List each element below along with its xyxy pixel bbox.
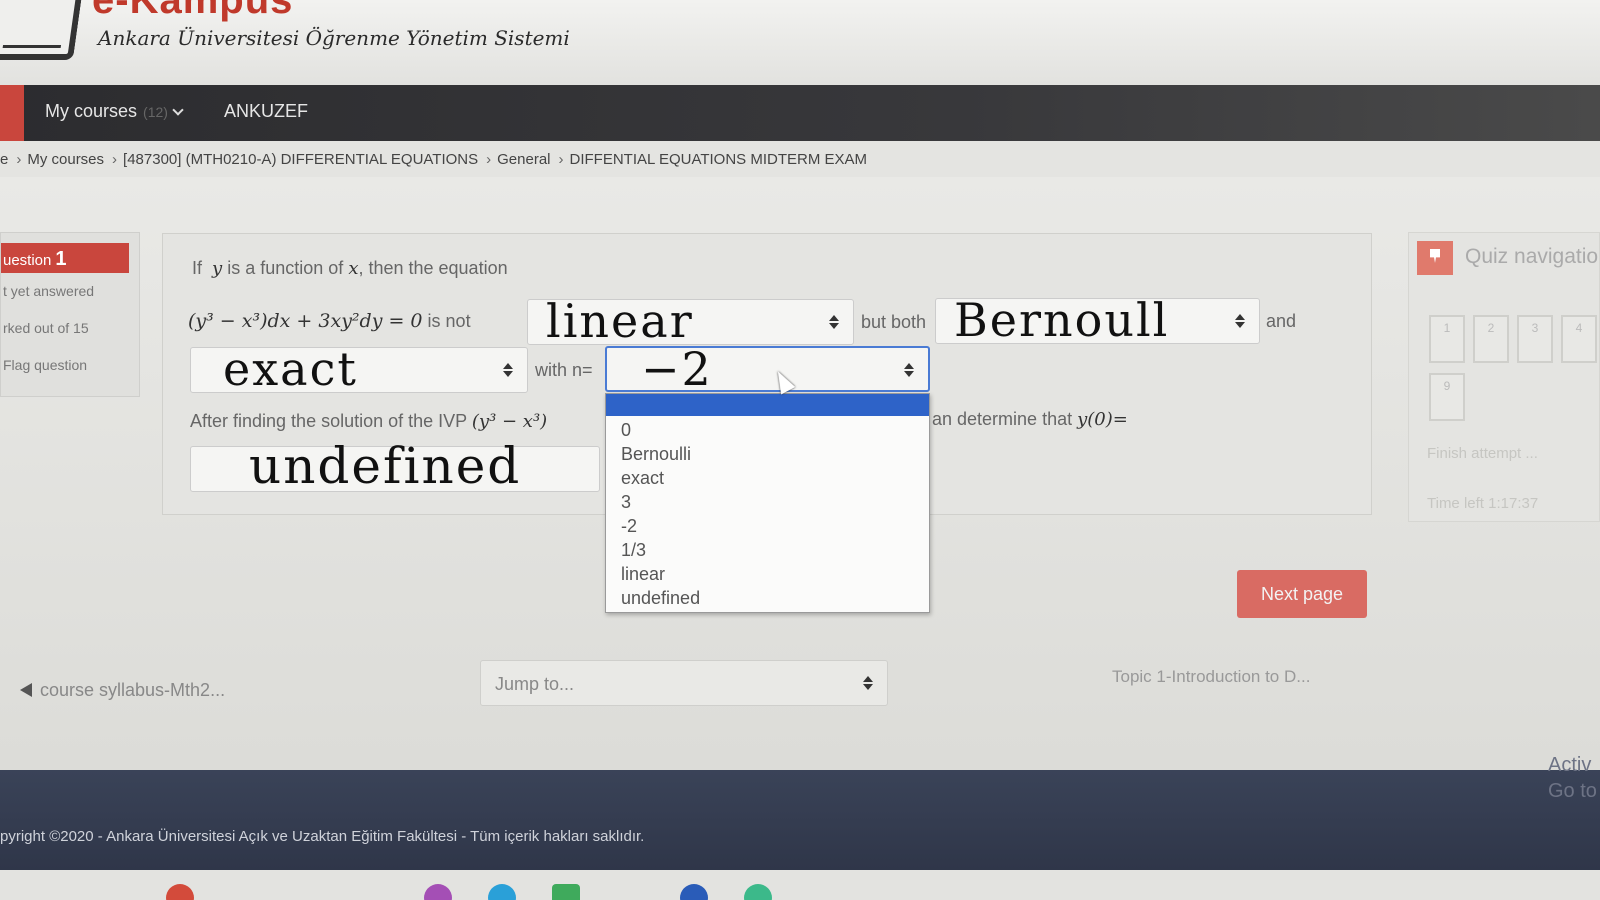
breadcrumb-home[interactable]: e xyxy=(0,151,8,168)
bookmark-icon xyxy=(1417,241,1453,275)
taskbar-app-icon[interactable] xyxy=(744,884,772,900)
taskbar-app-icon[interactable] xyxy=(552,884,580,900)
breadcrumb-separator-icon: › xyxy=(558,151,564,168)
differential-equation: (y³ − x³)dx + 3xy²dy = 0 xyxy=(188,310,423,332)
breadcrumb-separator-icon: › xyxy=(16,151,22,168)
nav-my-courses-count: (12) xyxy=(143,104,168,120)
question-status: t yet answered xyxy=(3,283,95,299)
dropdown-option[interactable]: exact xyxy=(621,468,664,489)
taskbar-app-icon[interactable] xyxy=(488,884,516,900)
chevron-down-icon xyxy=(172,104,184,116)
nav-my-courses[interactable]: My courses (12) xyxy=(45,101,184,122)
answer-select-4[interactable]: −2 xyxy=(605,342,930,396)
question-line-1: If y is a function of x, then the equati… xyxy=(192,258,508,279)
select-4-value: −2 xyxy=(641,342,713,396)
dropdown-option[interactable]: undefined xyxy=(621,588,700,609)
quiz-nav-question-3[interactable]: 3 xyxy=(1517,315,1553,363)
breadcrumb: e › My courses › [487300] (MTH0210-A) DIFFER… xyxy=(0,141,1600,177)
answer-select-1[interactable]: linear xyxy=(527,294,854,348)
select-arrows-icon xyxy=(503,361,513,381)
n-value-dropdown-list[interactable]: 0 Bernoulli exact 3 -2 1/3 linear undefi… xyxy=(605,393,930,613)
time-left: Time left 1:17:37 xyxy=(1427,495,1539,512)
is-not-text: is not xyxy=(427,311,471,331)
select-arrows-icon xyxy=(863,674,873,694)
site-footer: pyright ©2020 - Ankara Üniversitesi Açık… xyxy=(0,770,1600,870)
jump-to-select[interactable]: Jump to... xyxy=(480,660,888,706)
previous-activity-link[interactable]: course syllabus-Mth2... xyxy=(20,680,225,701)
dropdown-option[interactable]: 3 xyxy=(621,492,631,513)
select-2-value: Bernoull xyxy=(954,293,1170,347)
answer-select-2[interactable]: Bernoull xyxy=(935,293,1260,347)
ivp-line-suffix: an determine that y(0)= xyxy=(932,409,1128,430)
question-equation-line: (y³ − x³)dx + 3xy²dy = 0 is not xyxy=(188,310,471,332)
select-1-value: linear xyxy=(546,294,694,348)
dropdown-option[interactable]: Bernoulli xyxy=(621,444,691,465)
breadcrumb-exam[interactable]: DIFFENTIAL EQUATIONS MIDTERM EXAM xyxy=(570,151,868,168)
quiz-nav-question-4[interactable]: 4 xyxy=(1561,315,1597,363)
answer-select-3[interactable]: exact xyxy=(190,342,528,396)
taskbar-app-icon[interactable] xyxy=(166,884,194,900)
quiz-nav-question-2[interactable]: 2 xyxy=(1473,315,1509,363)
dropdown-option[interactable]: 1/3 xyxy=(621,540,646,561)
select-arrows-icon xyxy=(1235,312,1245,332)
next-activity-link[interactable]: Topic 1-Introduction to D... xyxy=(1112,667,1310,687)
dropdown-option[interactable]: 0 xyxy=(621,420,631,441)
breadcrumb-separator-icon: › xyxy=(112,151,118,168)
select-3-value: exact xyxy=(223,342,358,396)
quiz-navigation-title: Quiz navigatio xyxy=(1465,245,1599,268)
question-number-badge: uestion 1 xyxy=(1,243,129,273)
answer-select-5[interactable]: undefined xyxy=(190,437,600,495)
breadcrumb-separator-icon: › xyxy=(486,151,492,168)
footer-copyright: pyright ©2020 - Ankara Üniversitesi Açık… xyxy=(0,828,645,845)
jump-to-label: Jump to... xyxy=(495,674,575,694)
next-page-button[interactable]: Next page xyxy=(1237,570,1367,618)
taskbar-app-icon[interactable] xyxy=(424,884,452,900)
breadcrumb-general[interactable]: General xyxy=(497,151,550,168)
logo-title[interactable]: e-Kampus xyxy=(92,0,293,23)
nav-my-courses-label: My courses xyxy=(45,101,138,121)
question-info-panel: uestion 1 t yet answered rked out of 15 F… xyxy=(0,232,140,397)
site-header: e-Kampus Ankara Üniversitesi Öğrenme Yön… xyxy=(0,0,1600,85)
select-5-value: undefined xyxy=(249,437,522,495)
nav-menu-toggle[interactable] xyxy=(0,85,24,141)
os-taskbar xyxy=(0,870,1600,900)
finish-attempt-link[interactable]: Finish attempt ... xyxy=(1427,445,1538,462)
dropdown-option[interactable]: -2 xyxy=(621,516,637,537)
windows-activation-watermark: Activ Go to xyxy=(1548,754,1597,802)
quiz-nav-question-1[interactable]: 1 xyxy=(1429,315,1465,363)
top-navbar: My courses (12) ANKUZEF xyxy=(0,85,1600,141)
dropdown-option[interactable]: linear xyxy=(621,564,665,585)
select-arrows-icon xyxy=(829,313,839,333)
logo-subtitle: Ankara Üniversitesi Öğrenme Yönetim Sist… xyxy=(98,26,570,50)
book-logo-icon xyxy=(0,0,84,60)
select-arrows-icon xyxy=(904,361,914,381)
dropdown-option-highlighted[interactable] xyxy=(606,394,929,416)
quiz-nav-question-9[interactable]: 9 xyxy=(1429,373,1465,421)
triangle-left-icon xyxy=(20,683,32,697)
breadcrumb-course[interactable]: [487300] (MTH0210-A) DIFFERENTIAL EQUATI… xyxy=(123,151,478,168)
nav-ankuzef[interactable]: ANKUZEF xyxy=(224,101,308,122)
quiz-navigation-panel: Quiz navigatio 1 2 3 4 9 Finish attempt … xyxy=(1408,232,1600,522)
but-both-text: but both xyxy=(861,312,927,332)
ivp-line: After finding the solution of the IVP (y… xyxy=(190,411,548,432)
question-marks: rked out of 15 xyxy=(3,320,89,336)
with-n-text: with n= xyxy=(535,360,593,380)
breadcrumb-my-courses[interactable]: My courses xyxy=(27,151,104,168)
and-text: and xyxy=(1266,311,1297,331)
flag-question-link[interactable]: Flag question xyxy=(3,357,87,373)
taskbar-app-icon[interactable] xyxy=(680,884,708,900)
